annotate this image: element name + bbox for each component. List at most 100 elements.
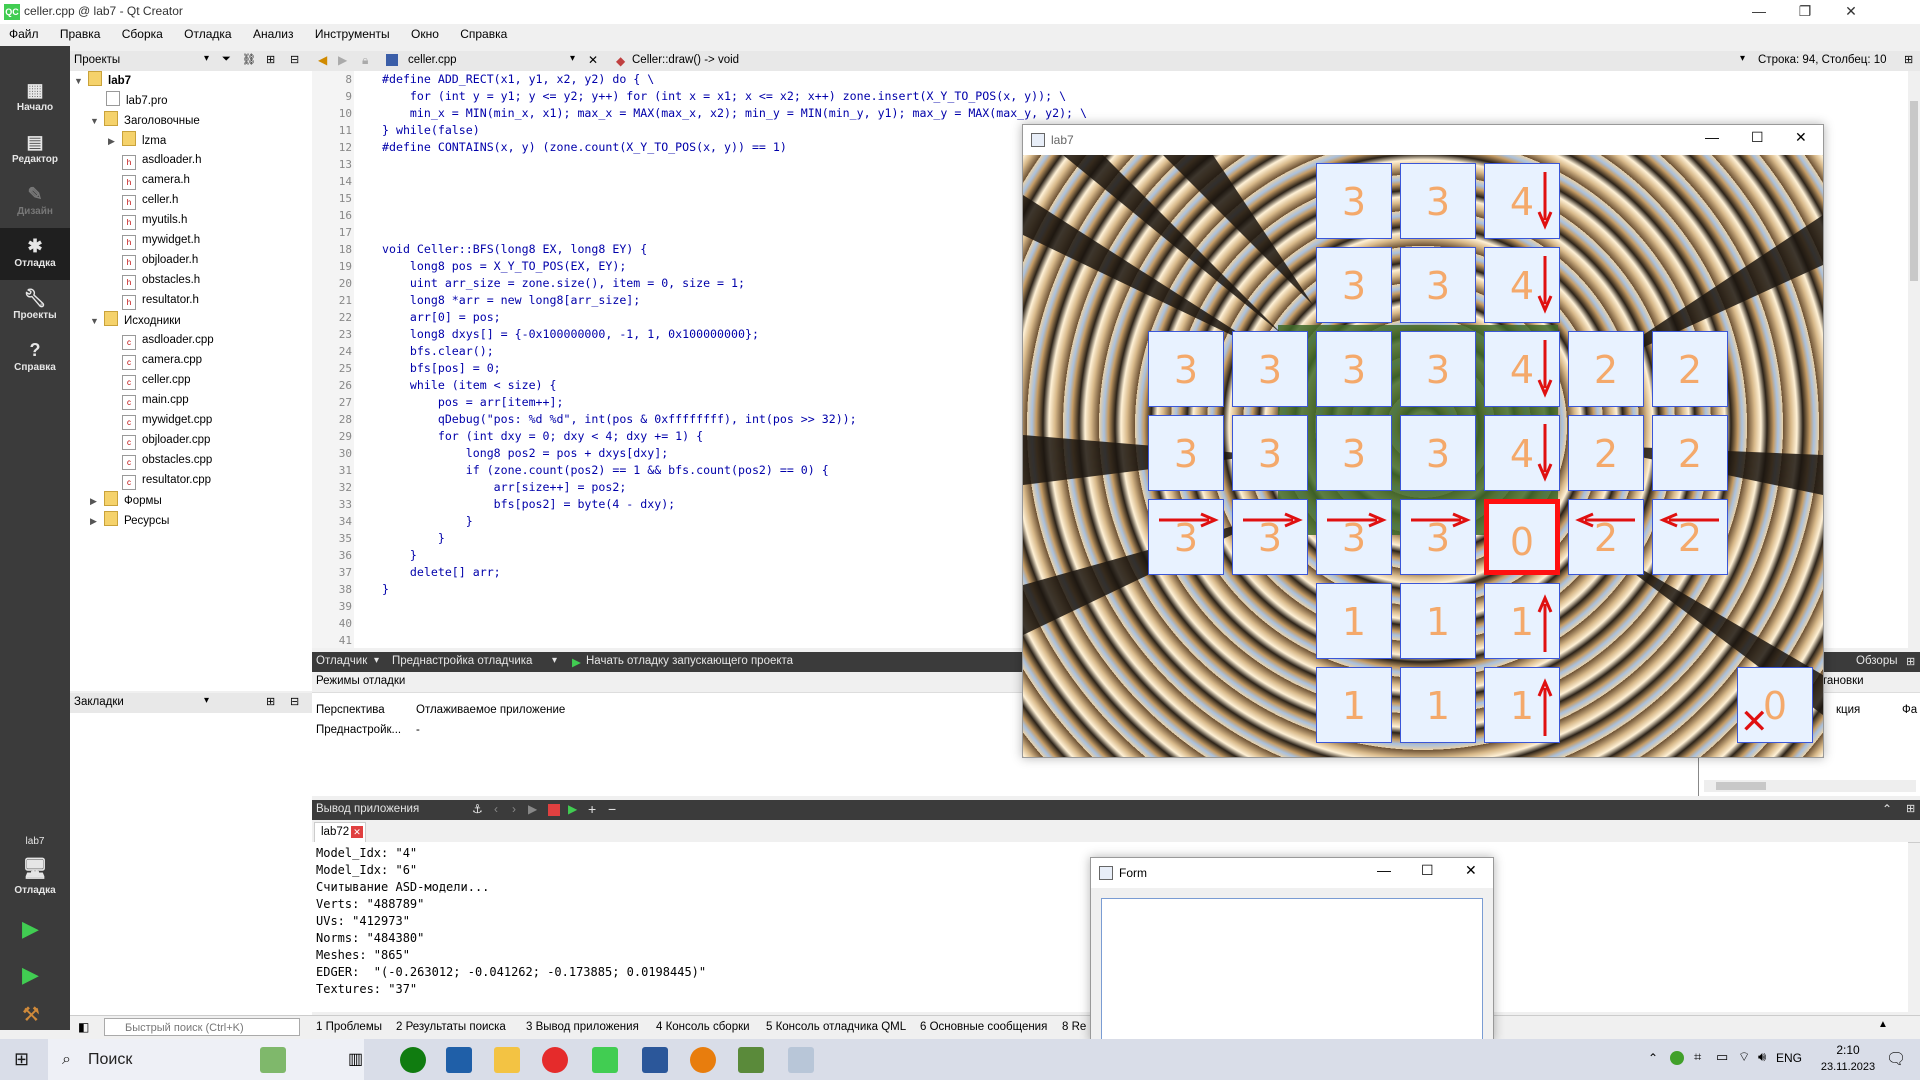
xbox-icon[interactable] [400, 1047, 426, 1073]
tab-app-output[interactable]: 3 Вывод приложения [526, 1021, 639, 1033]
grid-cell[interactable]: 3 [1400, 499, 1476, 575]
rerun-icon[interactable]: ▶ [528, 802, 537, 816]
split-icon[interactable]: ⊞ [1906, 655, 1915, 668]
close-button[interactable]: ✕ [1465, 862, 1477, 879]
grid-cell[interactable]: 3 [1148, 331, 1224, 407]
grid-cell[interactable]: 3 [1316, 163, 1392, 239]
wifi-icon[interactable]: ⌔ [1738, 1049, 1750, 1065]
chevron-right-icon[interactable]: ▶ [90, 512, 104, 530]
tree-item[interactable]: h resultator.h [122, 291, 199, 310]
monitor-icon[interactable]: ▭ [1716, 1049, 1728, 1065]
menu-file[interactable]: Файл [0, 24, 48, 41]
split-icon[interactable]: ⊞ [266, 695, 275, 708]
grid-cell[interactable]: 2 [1568, 331, 1644, 407]
zoom-out-icon[interactable]: − [608, 801, 616, 817]
close-pane-icon[interactable]: ⊟ [290, 695, 299, 708]
close-pane-icon[interactable]: ⊟ [290, 53, 299, 66]
menu-tools[interactable]: Инструменты [306, 24, 399, 41]
grid-cell[interactable]: 3 [1316, 415, 1392, 491]
tree-item[interactable]: c mywidget.cpp [122, 411, 212, 430]
task-view-icon[interactable]: ▥ [348, 1049, 363, 1069]
grid-cell[interactable]: 3 [1232, 331, 1308, 407]
minimize-button[interactable]: — [1736, 0, 1782, 22]
chevron-down-icon[interactable]: ▾ [374, 655, 379, 666]
grid-cell[interactable]: 3 [1148, 499, 1224, 575]
split-icon[interactable]: ⊞ [266, 53, 275, 66]
grid-cell[interactable]: 3 [1316, 331, 1392, 407]
grid-cell[interactable]: 3 [1316, 247, 1392, 323]
toggle-sidebar-icon[interactable]: ◧ [78, 1020, 89, 1034]
symbol-combo[interactable]: Celler::draw() -> void [632, 54, 739, 66]
grid-cell[interactable]: 4 [1484, 163, 1560, 239]
windows-start-icon[interactable]: ⊞ [14, 1049, 29, 1070]
tree-item[interactable]: c obstacles.cpp [122, 451, 212, 470]
horizontal-scrollbar[interactable] [1704, 780, 1916, 792]
chevron-down-icon[interactable]: ▾ [552, 655, 557, 666]
output-tab[interactable]: lab72 ✕ [314, 822, 366, 843]
menu-help[interactable]: Справка [451, 24, 516, 41]
chevron-up-icon[interactable]: ▲ [1878, 1019, 1888, 1030]
tree-item[interactable]: ▼ Заголовочные [90, 111, 200, 129]
grid-cell[interactable]: 2 [1568, 415, 1644, 491]
scrollbar-thumb[interactable] [1716, 782, 1766, 790]
tab-more[interactable]: 8 Re [1062, 1021, 1086, 1033]
chevron-up-icon[interactable]: ⌃ [1648, 1051, 1658, 1065]
grid-cell[interactable]: 1 [1484, 667, 1560, 743]
maximize-button[interactable]: ☐ [1751, 129, 1764, 146]
grid-cell[interactable]: 3 [1148, 415, 1224, 491]
chevron-right-icon[interactable]: ▶ [108, 132, 122, 150]
current-file-combo[interactable]: celler.cpp [408, 54, 457, 66]
tree-item[interactable]: h objloader.h [122, 251, 198, 270]
chevron-up-icon[interactable]: ⌃ [1882, 802, 1892, 816]
clock-date[interactable]: 23.11.2023 [1818, 1061, 1878, 1073]
tree-item[interactable]: ▼ Исходники [90, 311, 181, 329]
grid-cell[interactable]: 4 [1484, 331, 1560, 407]
start-debug-icon[interactable]: ▶ [572, 655, 581, 669]
scrollbar-thumb[interactable] [1910, 101, 1918, 281]
tab-problems[interactable]: 1 Проблемы [316, 1021, 382, 1033]
lab7-taskbar-icon[interactable] [788, 1047, 814, 1073]
taskbar-search[interactable]: ⌕ Поиск [48, 1039, 364, 1080]
explorer-icon[interactable] [494, 1047, 520, 1073]
grid-cell[interactable]: 2 [1568, 499, 1644, 575]
grid-cell[interactable]: 3 [1232, 499, 1308, 575]
locator-input[interactable]: Быстрый поиск (Ctrl+K) [104, 1018, 300, 1036]
editor-scrollbar[interactable] [1908, 71, 1920, 648]
powershell-icon[interactable] [446, 1047, 472, 1073]
grid-cell[interactable]: 1 [1316, 583, 1392, 659]
grid-cell[interactable]: 1 [1484, 583, 1560, 659]
tree-item[interactable]: h obstacles.h [122, 271, 200, 290]
target-cell[interactable]: 0 [1484, 499, 1560, 575]
tree-item[interactable]: h mywidget.h [122, 231, 200, 250]
chevron-down-icon[interactable]: ▾ [570, 53, 575, 64]
next-icon[interactable]: › [512, 802, 516, 816]
mode-debug[interactable]: ✱ Отладка [0, 228, 70, 280]
menu-debug[interactable]: Отладка [175, 24, 240, 41]
preset-row-label[interactable]: Преднастройк... [316, 724, 401, 736]
maximize-button[interactable]: ☐ [1421, 862, 1434, 879]
grid-cell[interactable]: 3 [1232, 415, 1308, 491]
kit-selector[interactable]: 🖥︎ Отладка [0, 852, 70, 904]
notifications-icon[interactable]: 🗨︎ [1886, 1049, 1906, 1069]
grid-cell[interactable]: 4 [1484, 415, 1560, 491]
tree-item[interactable]: c objloader.cpp [122, 431, 210, 450]
tree-item[interactable]: h myutils.h [122, 211, 187, 230]
tray-network-icon[interactable]: ⌗ [1694, 1049, 1701, 1065]
attach-icon[interactable]: ⚓︎ [472, 802, 483, 816]
menu-window[interactable]: Окно [402, 24, 448, 41]
grid-cell[interactable]: 3 [1316, 499, 1392, 575]
tree-item[interactable]: c resultator.cpp [122, 471, 211, 490]
chevron-down-icon[interactable]: ▼ [74, 72, 88, 90]
grid-cell[interactable]: 1 [1400, 583, 1476, 659]
tree-item[interactable]: ▶ lzma [108, 131, 166, 149]
grid-cell[interactable]: 1 [1316, 667, 1392, 743]
tree-item[interactable]: h camera.h [122, 171, 190, 190]
chevron-down-icon[interactable]: ▼ [90, 312, 104, 330]
tray-app-icon[interactable] [1670, 1051, 1684, 1065]
grid-cell[interactable]: 2 [1652, 415, 1728, 491]
tab-qml-console[interactable]: 5 Консоль отладчика QML [766, 1021, 906, 1033]
close-button[interactable]: ✕ [1795, 129, 1807, 146]
tree-item[interactable]: c celler.cpp [122, 371, 191, 390]
grid-cell[interactable]: 2 [1652, 499, 1728, 575]
stop-icon[interactable] [548, 804, 560, 816]
